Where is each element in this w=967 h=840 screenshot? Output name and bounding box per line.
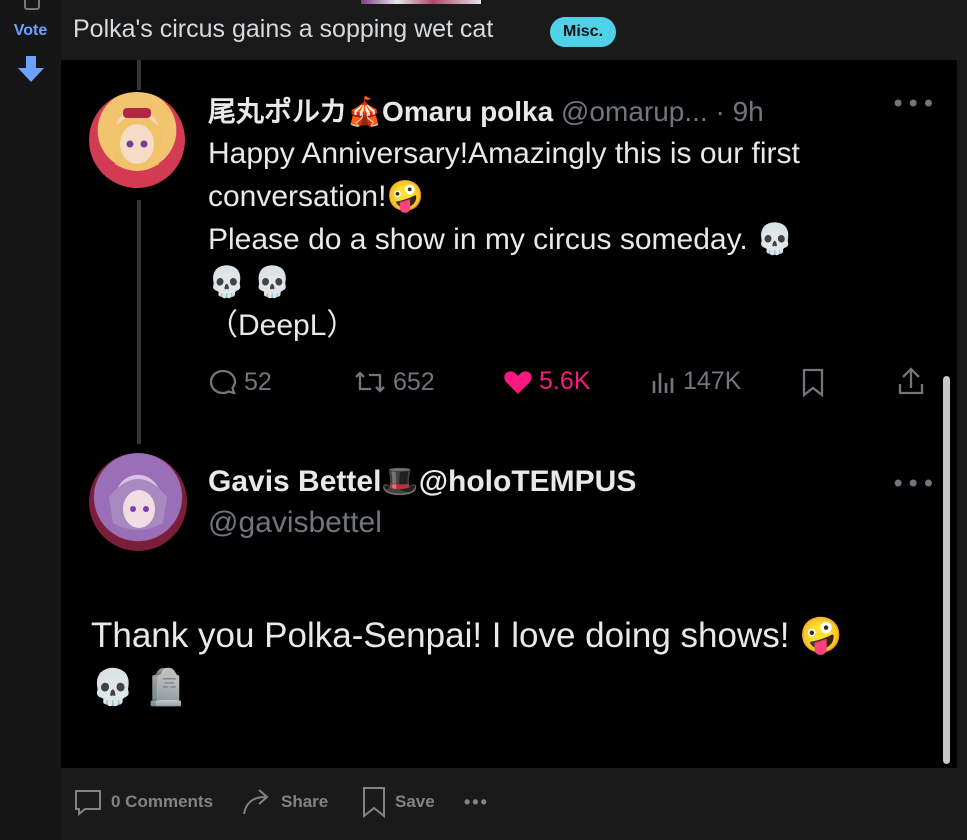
post-action-bar: 0 Comments Share Save •••: [61, 768, 967, 840]
skull-headstone-emoji-row: 💀 🪦: [91, 668, 188, 707]
scrollbar[interactable]: [943, 376, 950, 764]
tweet2-name-suffix[interactable]: @holoTEMPUS: [419, 465, 637, 498]
upvote-icon[interactable]: [24, 0, 40, 10]
avatar[interactable]: [89, 453, 187, 551]
comments-label: 0 Comments: [111, 792, 214, 811]
tweet2-handle[interactable]: @gavisbettel: [208, 506, 382, 540]
downvote-icon[interactable]: [16, 54, 46, 84]
post-header: Polka's circus gains a sopping wet cat M…: [61, 0, 967, 62]
heart-icon: [504, 370, 532, 394]
like-count[interactable]: 5.6K: [503, 367, 590, 396]
retweet-count-value: 652: [393, 367, 435, 396]
zany-face-emoji: 🤪: [799, 616, 843, 655]
skull-emoji-row: 💀 💀: [208, 266, 292, 299]
vote-column: Vote: [0, 0, 62, 840]
thumbnail-strip: [361, 0, 481, 4]
tweet1-body: Happy Anniversary!Amazingly this is our …: [208, 132, 928, 347]
more-options-icon[interactable]: •••: [891, 90, 936, 118]
reply-count-value: 52: [244, 367, 272, 396]
circus-tent-icon: 🎪: [347, 96, 383, 127]
tweet2-body: Thank you Polka-Senpai! I love doing sho…: [91, 610, 941, 714]
tweet1-header: 尾丸ポルカ🎪Omaru polka @omarup... · 9h: [208, 90, 764, 130]
retweet-count[interactable]: 652: [353, 367, 435, 397]
thread-line: [137, 200, 141, 444]
vote-label: Vote: [13, 22, 48, 39]
comments-button[interactable]: 0 Comments: [73, 785, 213, 819]
reply-count[interactable]: 52: [208, 367, 272, 397]
tweet1-time[interactable]: · 9h: [715, 96, 763, 127]
tweet1-display-name[interactable]: 尾丸ポルカ: [208, 96, 347, 127]
comment-icon: [75, 790, 101, 817]
post-title[interactable]: Polka's circus gains a sopping wet cat: [73, 15, 493, 44]
reply-icon: [209, 369, 237, 395]
tweet1-line: conversation!: [208, 180, 387, 213]
bookmark-icon[interactable]: [801, 368, 825, 398]
save-button[interactable]: Save: [361, 785, 435, 819]
skull-emoji: 💀: [756, 223, 794, 256]
tweet-screenshot: 尾丸ポルカ🎪Omaru polka @omarup... · 9h ••• Ha…: [61, 60, 957, 768]
tweet2-header: Gavis Bettel🎩@holoTEMPUS: [208, 464, 636, 499]
post-flair[interactable]: Misc.: [550, 17, 617, 47]
views-icon: [652, 372, 674, 393]
view-count[interactable]: 147K: [651, 367, 741, 396]
tweet1-name-suffix[interactable]: Omaru polka: [382, 96, 553, 127]
tweet2-display-name[interactable]: Gavis Bettel: [208, 465, 381, 498]
more-options-icon[interactable]: •••: [891, 470, 936, 498]
top-hat-icon: 🎩: [381, 465, 419, 498]
save-label: Save: [395, 792, 435, 811]
zany-face-emoji: 🤪: [386, 180, 424, 213]
view-count-value: 147K: [683, 367, 742, 395]
tweet1-line: （DeepL）: [208, 309, 357, 342]
share-label: Share: [281, 792, 329, 811]
tweet2-line: Thank you Polka-Senpai! I love doing sho…: [91, 616, 790, 655]
like-count-value: 5.6K: [539, 367, 591, 395]
tweet1-handle[interactable]: @omarup...: [561, 96, 708, 127]
retweet-icon: [355, 371, 385, 393]
share-button[interactable]: Share: [241, 785, 328, 819]
tweet1-line: Happy Anniversary!Amazingly this is our …: [208, 137, 800, 170]
thread-line-top: [137, 60, 141, 90]
tweet1-line: Please do a show in my circus someday.: [208, 223, 748, 256]
share-icon: [243, 789, 269, 815]
bookmark-icon: [363, 787, 385, 818]
share-upload-icon[interactable]: [897, 366, 925, 396]
avatar[interactable]: [89, 92, 185, 188]
more-options-button[interactable]: •••: [464, 785, 489, 819]
